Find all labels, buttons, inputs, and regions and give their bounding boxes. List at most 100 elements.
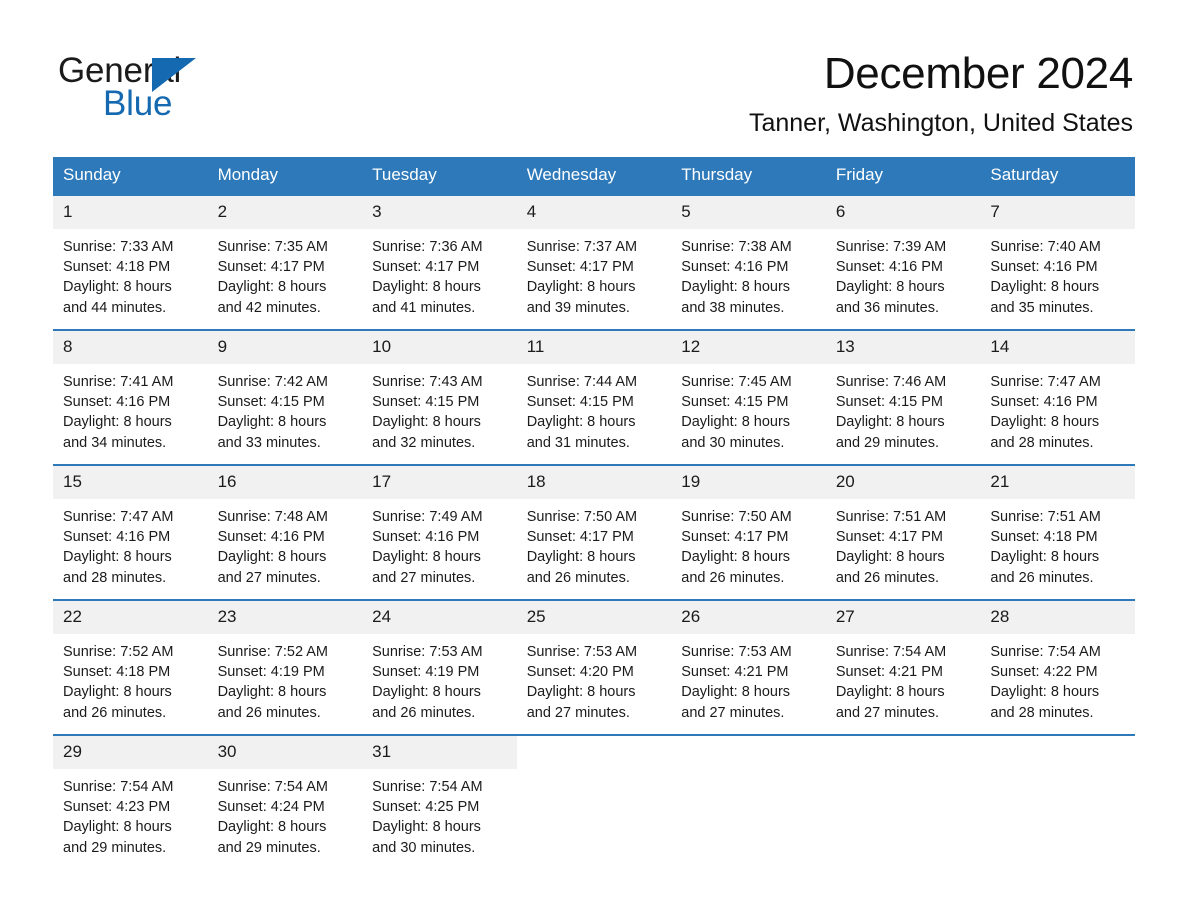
sunrise-text: Sunrise: 7:45 AM xyxy=(681,374,792,390)
day-number: 18 xyxy=(516,466,672,499)
daylight-text-line2: and 29 minutes. xyxy=(217,839,321,856)
weekday-header-thursday: Thursday xyxy=(671,157,826,195)
day-cell[interactable]: 16 Sunrise: 7:48 AM Sunset: 4:16 PM Dayl… xyxy=(207,464,363,600)
week-row: 29 Sunrise: 7:54 AM Sunset: 4:23 PM Dayl… xyxy=(53,734,1135,869)
sunset-text: Sunset: 4:17 PM xyxy=(526,259,634,276)
day-cell[interactable]: 28 Sunrise: 7:54 AM Sunset: 4:22 PM Dayl… xyxy=(980,599,1135,735)
calendar-head: Sunday Monday Tuesday Wednesday Thursday… xyxy=(53,157,1135,195)
day-number: 4 xyxy=(516,196,672,229)
day-cell[interactable]: 15 Sunrise: 7:47 AM Sunset: 4:16 PM Dayl… xyxy=(53,464,208,600)
weekday-header-tuesday: Tuesday xyxy=(362,157,517,195)
sunset-text: Sunset: 4:16 PM xyxy=(681,259,789,276)
day-cell[interactable]: 12 Sunrise: 7:45 AM Sunset: 4:15 PM Dayl… xyxy=(671,329,826,465)
daylight-text-line2: and 29 minutes. xyxy=(63,839,167,856)
day-cell[interactable]: 11 Sunrise: 7:44 AM Sunset: 4:15 PM Dayl… xyxy=(516,329,672,465)
daylight-text-line1: Daylight: 8 hours xyxy=(372,279,481,296)
calendar-page: General Blue December 2024 Tanner, Washi… xyxy=(0,0,1188,918)
sunrise-text: Sunrise: 7:51 AM xyxy=(990,509,1101,525)
sunset-text: Sunset: 4:15 PM xyxy=(217,394,325,411)
day-cell[interactable]: 27 Sunrise: 7:54 AM Sunset: 4:21 PM Dayl… xyxy=(825,599,981,735)
daylight-text-line1: Daylight: 8 hours xyxy=(681,414,791,431)
day-number: 13 xyxy=(825,331,981,364)
day-cell-empty xyxy=(980,734,1135,869)
day-number: 15 xyxy=(53,466,208,499)
daylight-text-line1: Daylight: 8 hours xyxy=(217,279,327,296)
daylight-text-line1: Daylight: 8 hours xyxy=(217,414,327,431)
day-cell[interactable]: 1 Sunrise: 7:33 AM Sunset: 4:18 PM Dayli… xyxy=(53,194,208,330)
day-cell[interactable]: 29 Sunrise: 7:54 AM Sunset: 4:23 PM Dayl… xyxy=(53,734,208,869)
sunrise-text: Sunrise: 7:50 AM xyxy=(526,509,638,525)
daylight-text-line1: Daylight: 8 hours xyxy=(990,684,1100,701)
day-cell[interactable]: 31 Sunrise: 7:54 AM Sunset: 4:25 PM Dayl… xyxy=(362,734,517,869)
daylight-text-line2: and 30 minutes. xyxy=(372,839,476,856)
general-blue-logo[interactable]: General Blue xyxy=(58,52,258,123)
sunset-text: Sunset: 4:16 PM xyxy=(63,394,171,411)
sunrise-text: Sunrise: 7:50 AM xyxy=(681,509,792,525)
day-number: 14 xyxy=(980,331,1135,364)
daylight-text-line1: Daylight: 8 hours xyxy=(990,549,1100,566)
sunrise-text: Sunrise: 7:41 AM xyxy=(63,374,174,390)
sunset-text: Sunset: 4:17 PM xyxy=(681,529,789,546)
day-number xyxy=(825,736,981,769)
day-cell[interactable]: 18 Sunrise: 7:50 AM Sunset: 4:17 PM Dayl… xyxy=(516,464,672,600)
daylight-text-line2: and 27 minutes. xyxy=(372,569,476,586)
day-number xyxy=(671,736,826,769)
day-details: Sunrise: 7:43 AM Sunset: 4:15 PM Dayligh… xyxy=(362,364,517,453)
day-cell[interactable]: 30 Sunrise: 7:54 AM Sunset: 4:24 PM Dayl… xyxy=(207,734,363,869)
daylight-text-line1: Daylight: 8 hours xyxy=(372,684,481,701)
day-cell[interactable]: 6 Sunrise: 7:39 AM Sunset: 4:16 PM Dayli… xyxy=(825,194,981,330)
day-cell[interactable]: 8 Sunrise: 7:41 AM Sunset: 4:16 PM Dayli… xyxy=(53,329,208,465)
sunrise-text: Sunrise: 7:39 AM xyxy=(835,239,947,255)
sunrise-text: Sunrise: 7:51 AM xyxy=(835,509,947,525)
day-cell[interactable]: 5 Sunrise: 7:38 AM Sunset: 4:16 PM Dayli… xyxy=(671,194,826,330)
daylight-text-line1: Daylight: 8 hours xyxy=(372,819,481,836)
day-cell[interactable]: 22 Sunrise: 7:52 AM Sunset: 4:18 PM Dayl… xyxy=(53,599,208,735)
day-number xyxy=(980,736,1135,769)
sunrise-text: Sunrise: 7:54 AM xyxy=(217,779,328,795)
day-cell[interactable]: 13 Sunrise: 7:46 AM Sunset: 4:15 PM Dayl… xyxy=(825,329,981,465)
day-cell[interactable]: 3 Sunrise: 7:36 AM Sunset: 4:17 PM Dayli… xyxy=(362,194,517,330)
day-cell[interactable]: 19 Sunrise: 7:50 AM Sunset: 4:17 PM Dayl… xyxy=(671,464,826,600)
daylight-text-line1: Daylight: 8 hours xyxy=(526,279,636,296)
daylight-text-line2: and 27 minutes. xyxy=(217,569,321,586)
day-cell[interactable]: 7 Sunrise: 7:40 AM Sunset: 4:16 PM Dayli… xyxy=(980,194,1135,330)
day-details: Sunrise: 7:52 AM Sunset: 4:18 PM Dayligh… xyxy=(53,634,208,723)
day-details: Sunrise: 7:38 AM Sunset: 4:16 PM Dayligh… xyxy=(671,229,826,318)
day-cell[interactable]: 4 Sunrise: 7:37 AM Sunset: 4:17 PM Dayli… xyxy=(516,194,672,330)
day-number: 27 xyxy=(825,601,981,634)
day-cell[interactable]: 17 Sunrise: 7:49 AM Sunset: 4:16 PM Dayl… xyxy=(362,464,517,600)
daylight-text-line2: and 28 minutes. xyxy=(990,704,1094,721)
day-cell[interactable]: 10 Sunrise: 7:43 AM Sunset: 4:15 PM Dayl… xyxy=(362,329,517,465)
sunset-text: Sunset: 4:23 PM xyxy=(63,799,171,816)
day-number: 25 xyxy=(516,601,672,634)
day-number: 8 xyxy=(53,331,208,364)
sunrise-text: Sunrise: 7:44 AM xyxy=(526,374,638,390)
week-row: 15 Sunrise: 7:47 AM Sunset: 4:16 PM Dayl… xyxy=(53,464,1135,600)
weekday-header-saturday: Saturday xyxy=(980,157,1135,195)
day-number: 9 xyxy=(207,331,363,364)
day-cell[interactable]: 24 Sunrise: 7:53 AM Sunset: 4:19 PM Dayl… xyxy=(362,599,517,735)
day-cell[interactable]: 26 Sunrise: 7:53 AM Sunset: 4:21 PM Dayl… xyxy=(671,599,826,735)
day-cell[interactable]: 2 Sunrise: 7:35 AM Sunset: 4:17 PM Dayli… xyxy=(207,194,363,330)
sunset-text: Sunset: 4:15 PM xyxy=(835,394,944,411)
day-cell[interactable]: 21 Sunrise: 7:51 AM Sunset: 4:18 PM Dayl… xyxy=(980,464,1135,600)
day-number: 26 xyxy=(671,601,826,634)
location-subtitle: Tanner, Washington, United States xyxy=(748,109,1133,137)
day-cell[interactable]: 25 Sunrise: 7:53 AM Sunset: 4:20 PM Dayl… xyxy=(516,599,672,735)
day-details: Sunrise: 7:53 AM Sunset: 4:21 PM Dayligh… xyxy=(671,634,826,723)
daylight-text-line2: and 27 minutes. xyxy=(835,704,939,721)
sunrise-text: Sunrise: 7:37 AM xyxy=(526,239,638,255)
day-details: Sunrise: 7:53 AM Sunset: 4:20 PM Dayligh… xyxy=(517,634,672,723)
daylight-text-line1: Daylight: 8 hours xyxy=(835,549,945,566)
day-cell[interactable]: 14 Sunrise: 7:47 AM Sunset: 4:16 PM Dayl… xyxy=(980,329,1135,465)
day-cell[interactable]: 23 Sunrise: 7:52 AM Sunset: 4:19 PM Dayl… xyxy=(207,599,363,735)
day-cell[interactable]: 9 Sunrise: 7:42 AM Sunset: 4:15 PM Dayli… xyxy=(207,329,363,465)
day-number: 2 xyxy=(207,196,363,229)
sunrise-text: Sunrise: 7:43 AM xyxy=(372,374,483,390)
daylight-text-line2: and 28 minutes. xyxy=(990,434,1094,451)
day-cell[interactable]: 20 Sunrise: 7:51 AM Sunset: 4:17 PM Dayl… xyxy=(825,464,981,600)
sunset-text: Sunset: 4:22 PM xyxy=(990,664,1098,681)
day-number: 30 xyxy=(207,736,363,769)
sunrise-text: Sunrise: 7:38 AM xyxy=(681,239,792,255)
daylight-text-line1: Daylight: 8 hours xyxy=(526,684,636,701)
